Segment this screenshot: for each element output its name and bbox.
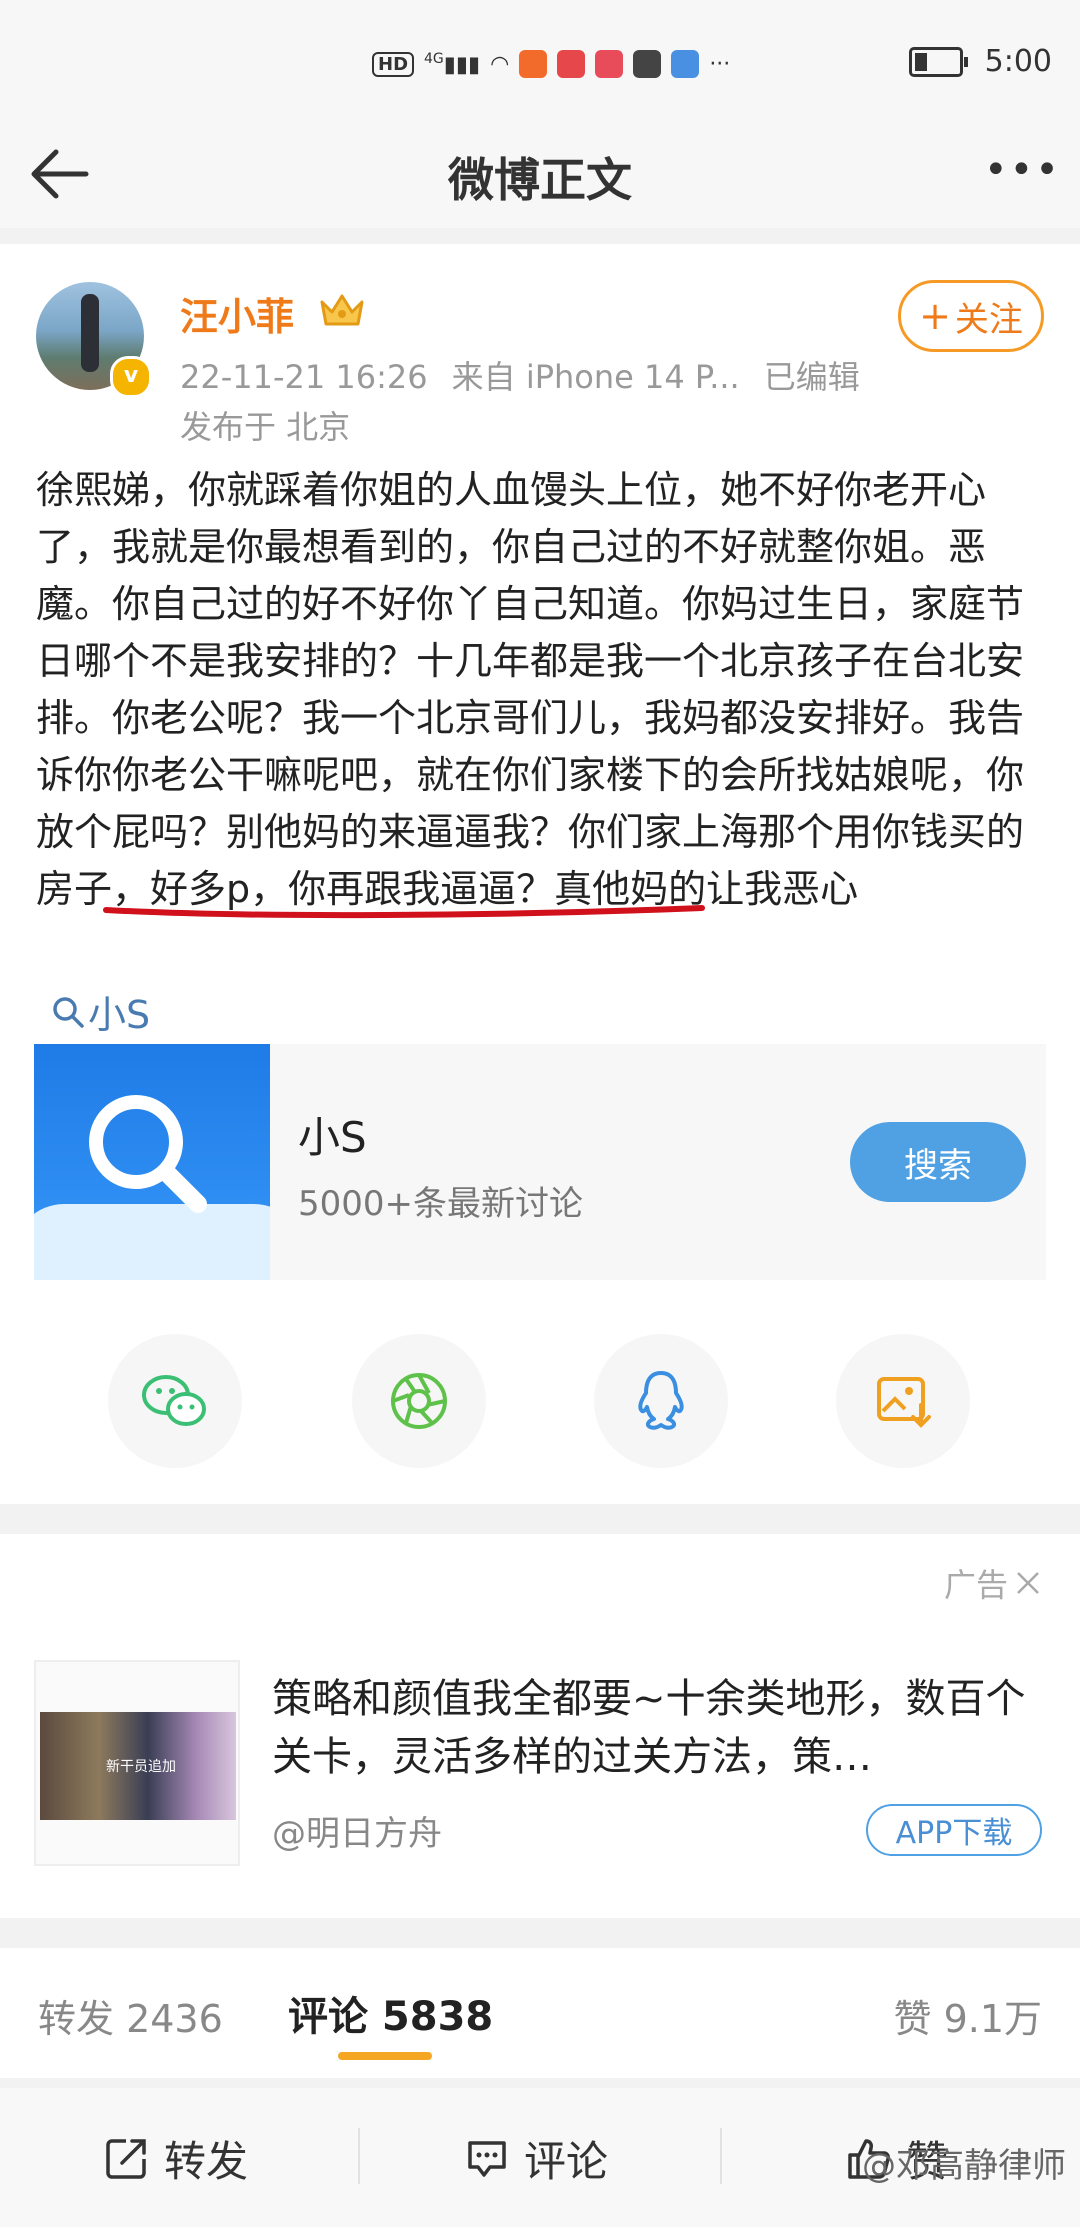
tab-like[interactable]: 赞 9.1万 — [893, 1988, 1042, 2043]
avatar-figure — [81, 294, 99, 372]
topic-link-text: 小S — [88, 993, 151, 1037]
app-notification-icon — [633, 50, 662, 78]
tab-comment[interactable]: 评论 5838 — [288, 1984, 493, 2042]
repost-label: 转发 — [164, 2136, 249, 2186]
repost-button[interactable]: 转发 — [104, 2128, 248, 2188]
red-underline-annotation — [103, 905, 705, 919]
ad-image-caption: 新干员追加 — [106, 1759, 176, 1775]
active-tab-indicator — [338, 2052, 432, 2060]
hd-icon: HD — [372, 51, 415, 77]
close-icon[interactable] — [1014, 1569, 1042, 1597]
share-wechat-button[interactable] — [108, 1334, 242, 1468]
edited-label: 已编辑 — [763, 358, 860, 396]
topic-subtitle: 5000+条最新讨论 — [298, 1184, 584, 1224]
share-row — [0, 1334, 1080, 1474]
ad-image: 新干员追加 — [34, 1660, 240, 1866]
share-qq-button[interactable] — [594, 1334, 728, 1468]
tab-repost[interactable]: 转发 2436 — [38, 1988, 223, 2043]
post-location: 发布于 北京 — [180, 408, 351, 446]
app-download-button[interactable]: APP下载 — [866, 1804, 1042, 1856]
ad-image-art: 新干员追加 — [40, 1712, 236, 1820]
nav-bar: 微博正文 ••• — [0, 120, 1080, 228]
wechat-icon — [142, 1375, 206, 1426]
comment-label: 评论 — [524, 2136, 609, 2186]
bottom-toolbar: 转发 评论 赞 @邓高静律师 — [0, 2088, 1080, 2227]
search-button[interactable]: 搜索 — [850, 1122, 1026, 1202]
author-name[interactable]: 汪小菲 — [180, 286, 294, 341]
qq-icon — [638, 1371, 684, 1430]
clock: 5:00 — [984, 44, 1052, 79]
repost-icon — [106, 2139, 146, 2179]
save-image-icon — [877, 1377, 931, 1428]
post-text-part: 徐熙娣，你就踩着你姐的人血馒头上位，她不好你老开心了，我就是你最想看到的，你自己… — [36, 468, 1025, 854]
search-icon — [53, 996, 84, 1028]
app-notification-icon — [671, 50, 700, 78]
crown-icon — [320, 294, 364, 326]
comment-icon — [468, 2141, 506, 2177]
app-notification-icon — [595, 50, 624, 78]
save-image-button[interactable] — [836, 1334, 970, 1468]
ad-text: 策略和颜值我全都要~十余类地形，数百个关卡，灵活多样的过关方法，策… — [272, 1676, 1026, 1780]
magnifier-icon — [89, 1095, 207, 1213]
post-source: 来自 iPhone 14 P... — [451, 358, 740, 396]
signal-icon: 4G▮▮▮ — [424, 50, 481, 78]
more-options-icon[interactable]: ••• — [984, 140, 1059, 212]
follow-label: 关注 — [954, 299, 1023, 340]
post-body: 徐熙娣，你就踩着你姐的人血馒头上位，她不好你老开心了，我就是你最想看到的，你自己… — [36, 462, 1046, 918]
divider — [720, 2128, 722, 2184]
divider — [358, 2128, 360, 2184]
ad-label[interactable]: 广告 — [944, 1560, 1042, 1606]
ad-label-text: 广告 — [943, 1566, 1008, 1604]
app-notification-icon — [557, 50, 586, 78]
topic-title: 小S — [298, 1113, 367, 1162]
moments-icon — [391, 1373, 447, 1429]
post-meta: 22-11-21 16:26 来自 iPhone 14 P... 已编辑 — [180, 352, 884, 398]
stats-tabs: 转发 2436 评论 5838 赞 9.1万 — [0, 1948, 1080, 2078]
verified-badge-icon: v — [110, 356, 152, 398]
ad-source[interactable]: @明日方舟 — [272, 1806, 442, 1855]
wifi-icon: ◠ — [490, 51, 510, 77]
topic-card[interactable]: 小S 5000+条最新讨论 搜索 — [34, 1044, 1046, 1280]
battery-icon — [908, 46, 968, 77]
watermark: @邓高静律师 — [862, 2146, 1066, 2186]
status-icons: HD 4G▮▮▮ ◠ ··· — [372, 44, 730, 84]
status-bar: HD 4G▮▮▮ ◠ ··· 5:00 — [0, 0, 1080, 120]
more-notifications-icon: ··· — [709, 51, 731, 77]
comment-button[interactable]: 评论 — [464, 2128, 608, 2188]
post-card: v 汪小菲 22-11-21 16:26 来自 iPhone 14 P... 已编辑… — [0, 244, 1080, 1504]
status-right: 5:00 — [908, 44, 1052, 79]
topic-image — [34, 1044, 270, 1280]
plus-icon: + — [919, 294, 951, 338]
page-title: 微博正文 — [448, 153, 632, 207]
app-notification-icon — [519, 50, 548, 78]
follow-button[interactable]: + 关注 — [898, 280, 1044, 352]
post-timestamp: 22-11-21 16:26 — [180, 358, 428, 396]
topic-link[interactable]: 小S — [50, 984, 150, 1039]
share-moments-button[interactable] — [352, 1334, 486, 1468]
ad-card[interactable]: 广告 新干员追加 策略和颜值我全都要~十余类地形，数百个关卡，灵活多样的过关方法… — [0, 1534, 1080, 1918]
